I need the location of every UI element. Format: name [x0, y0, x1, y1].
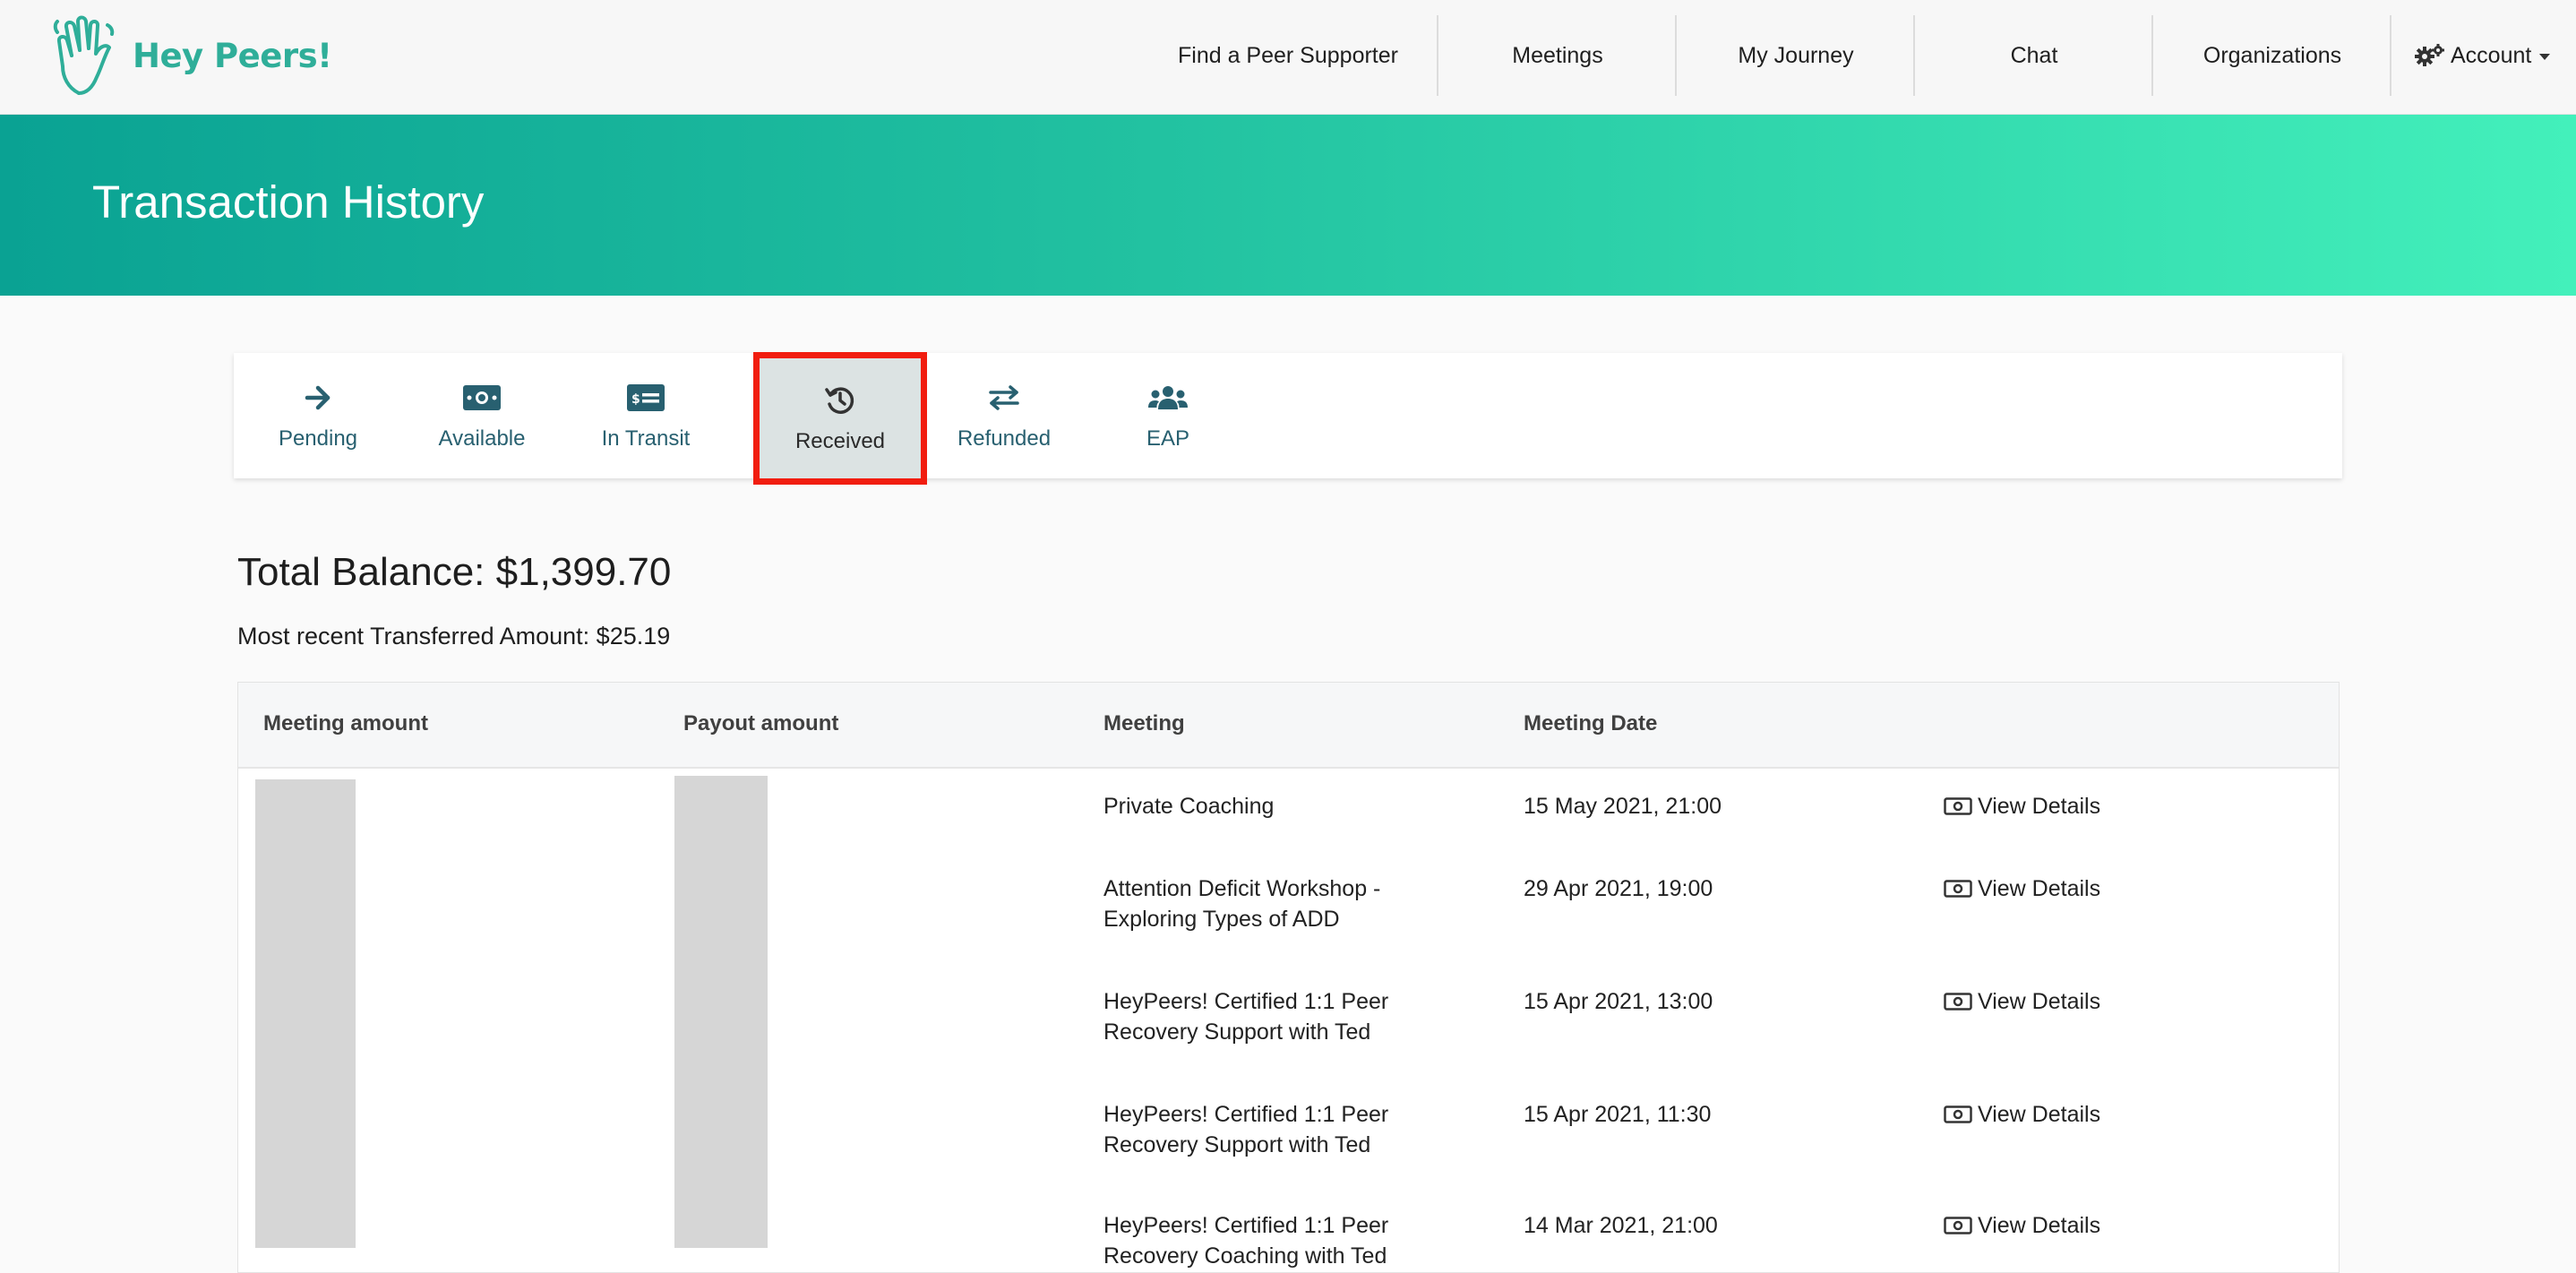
tab-eap[interactable]: EAP [1086, 353, 1249, 478]
money-bill-icon [1944, 1217, 1972, 1234]
column-header-meeting: Meeting [1103, 711, 1185, 735]
money-bill-icon [1944, 1105, 1972, 1123]
tab-label: Available [438, 426, 526, 451]
page-title: Transaction History [92, 176, 485, 228]
table-header: Meeting amount Payout amount Meeting Mee… [238, 683, 2339, 769]
column-header-payout-amount: Payout amount [683, 711, 839, 735]
money-bill-icon [463, 380, 501, 416]
view-details-link[interactable]: View Details [1944, 1099, 2100, 1130]
recent-transfer-amount: Most recent Transferred Amount: $25.19 [237, 623, 671, 649]
redacted-meeting-amounts [255, 779, 356, 1248]
column-header-meeting-date: Meeting Date [1524, 711, 1658, 735]
meeting-name: Attention Deficit Workshop - Exploring T… [1103, 876, 1381, 932]
brand-name: Hey Peers! [133, 36, 332, 75]
exchange-icon [988, 380, 1020, 416]
meeting-date: 15 Apr 2021, 11:30 [1524, 1102, 1712, 1127]
gears-icon [2415, 44, 2445, 67]
tab-refunded[interactable]: Refunded [923, 353, 1086, 478]
tab-available[interactable]: Available [400, 353, 563, 478]
transactions-table: Meeting amount Payout amount Meeting Mee… [237, 682, 2340, 1273]
tab-label: Pending [278, 426, 358, 451]
tab-pending[interactable]: Pending [236, 353, 399, 478]
tab-label: EAP [1146, 426, 1190, 451]
redacted-payout-amounts [674, 776, 768, 1248]
account-menu[interactable]: Account [2415, 16, 2567, 95]
money-bill-icon [1944, 797, 1972, 815]
meeting-name: Private Coaching [1103, 794, 1275, 819]
total-balance: Total Balance: $1,399.70 [237, 550, 672, 594]
tab-in-transit[interactable]: $ In Transit [564, 353, 727, 478]
nav-chat[interactable]: Chat [1915, 16, 2153, 95]
meeting-name: HeyPeers! Certified 1:1 Peer Recovery Su… [1103, 989, 1389, 1045]
nav-find-peer-supporter[interactable]: Find a Peer Supporter [1154, 16, 1422, 95]
view-details-link[interactable]: View Details [1944, 986, 2100, 1017]
top-navbar: Hey Peers! Find a Peer Supporter Meeting… [0, 0, 2576, 115]
meeting-date: 15 Apr 2021, 13:00 [1524, 989, 1713, 1014]
meeting-date: 29 Apr 2021, 19:00 [1524, 876, 1713, 901]
meeting-name: HeyPeers! Certified 1:1 Peer Recovery Co… [1103, 1213, 1389, 1269]
tab-label: Received [794, 429, 886, 453]
tab-label: Refunded [957, 426, 1052, 451]
money-check-icon: $ [627, 380, 665, 416]
brand-logo[interactable]: Hey Peers! [52, 14, 332, 97]
nav-organizations[interactable]: Organizations [2153, 16, 2391, 95]
transaction-tabs: Pending Available $ In Transit Received … [234, 352, 2342, 485]
waving-hand-icon [53, 15, 115, 95]
meeting-date: 15 May 2021, 21:00 [1524, 794, 1722, 819]
nav-meetings[interactable]: Meetings [1438, 16, 1677, 95]
arrow-right-icon [305, 380, 331, 416]
nav-my-journey[interactable]: My Journey [1677, 16, 1915, 95]
meeting-name: HeyPeers! Certified 1:1 Peer Recovery Su… [1103, 1102, 1389, 1157]
money-bill-icon [1944, 880, 1972, 898]
view-details-link[interactable]: View Details [1944, 1210, 2100, 1241]
tab-received[interactable]: Received [753, 352, 927, 485]
svg-text:$: $ [631, 392, 640, 407]
users-icon [1148, 380, 1188, 416]
column-header-meeting-amount: Meeting amount [263, 711, 428, 735]
view-details-link[interactable]: View Details [1944, 873, 2100, 904]
history-icon [824, 383, 856, 418]
account-label: Account [2451, 42, 2532, 68]
caret-down-icon [2539, 53, 2551, 60]
view-details-link[interactable]: View Details [1944, 791, 2100, 821]
tab-label: In Transit [601, 426, 691, 451]
nav-divider [2390, 15, 2391, 96]
money-bill-icon [1944, 993, 1972, 1011]
page-banner: Transaction History [0, 115, 2576, 296]
meeting-date: 14 Mar 2021, 21:00 [1524, 1213, 1718, 1238]
